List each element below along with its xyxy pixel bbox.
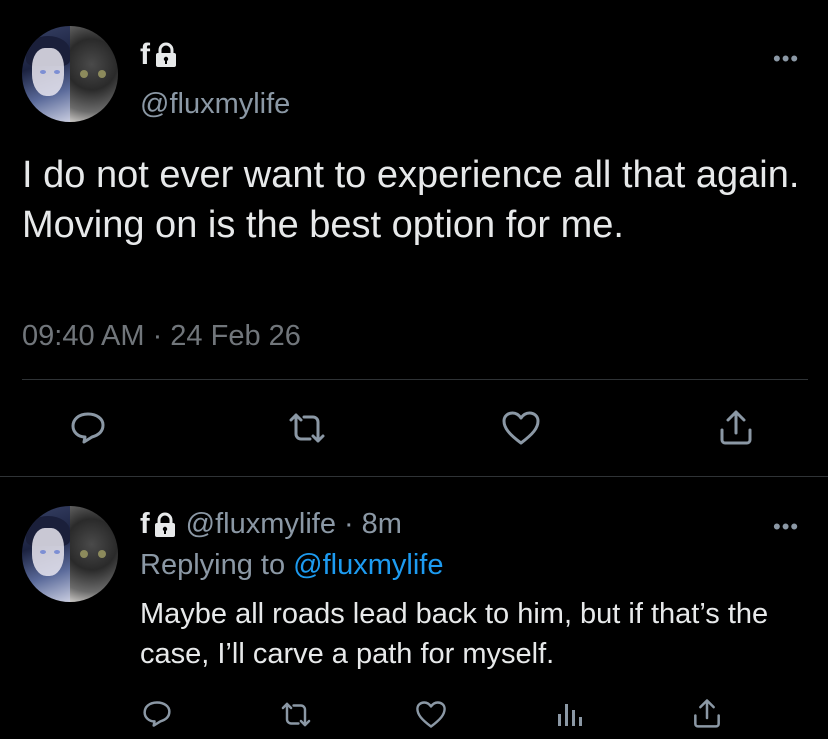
lock-icon: [155, 42, 177, 68]
avatar[interactable]: [22, 26, 118, 122]
tweet-text: I do not ever want to experience all tha…: [22, 154, 800, 246]
replying-handle-link[interactable]: @fluxmylife: [293, 549, 443, 581]
analytics-icon[interactable]: [552, 698, 586, 730]
retweet-icon[interactable]: [283, 408, 331, 448]
user-handle[interactable]: @fluxmylife: [186, 508, 336, 541]
retweet-icon[interactable]: [276, 698, 316, 730]
tweet-timestamp[interactable]: 09:40 AM · 24 Feb 26: [22, 320, 301, 353]
share-icon[interactable]: [690, 696, 724, 730]
avatar[interactable]: [22, 506, 118, 602]
user-handle[interactable]: @fluxmylife: [140, 88, 290, 121]
like-icon[interactable]: [500, 408, 542, 448]
reply-text: Maybe all roads lead back to him, but if…: [140, 598, 769, 670]
more-horizontal-icon[interactable]: •••: [773, 516, 799, 538]
divider: [22, 379, 808, 380]
divider: [0, 476, 828, 477]
like-icon[interactable]: [414, 698, 448, 730]
reply-icon[interactable]: [140, 698, 174, 730]
share-icon[interactable]: [716, 406, 756, 448]
display-name[interactable]: f: [140, 38, 150, 72]
more-horizontal-icon[interactable]: •••: [773, 48, 799, 70]
lock-icon: [154, 512, 176, 538]
replying-to: Replying to @fluxmylife: [140, 549, 443, 582]
replying-label: Replying to: [140, 549, 286, 581]
time-ago[interactable]: · 8m: [344, 508, 402, 541]
reply-icon[interactable]: [68, 408, 108, 448]
display-name[interactable]: f: [140, 508, 150, 541]
